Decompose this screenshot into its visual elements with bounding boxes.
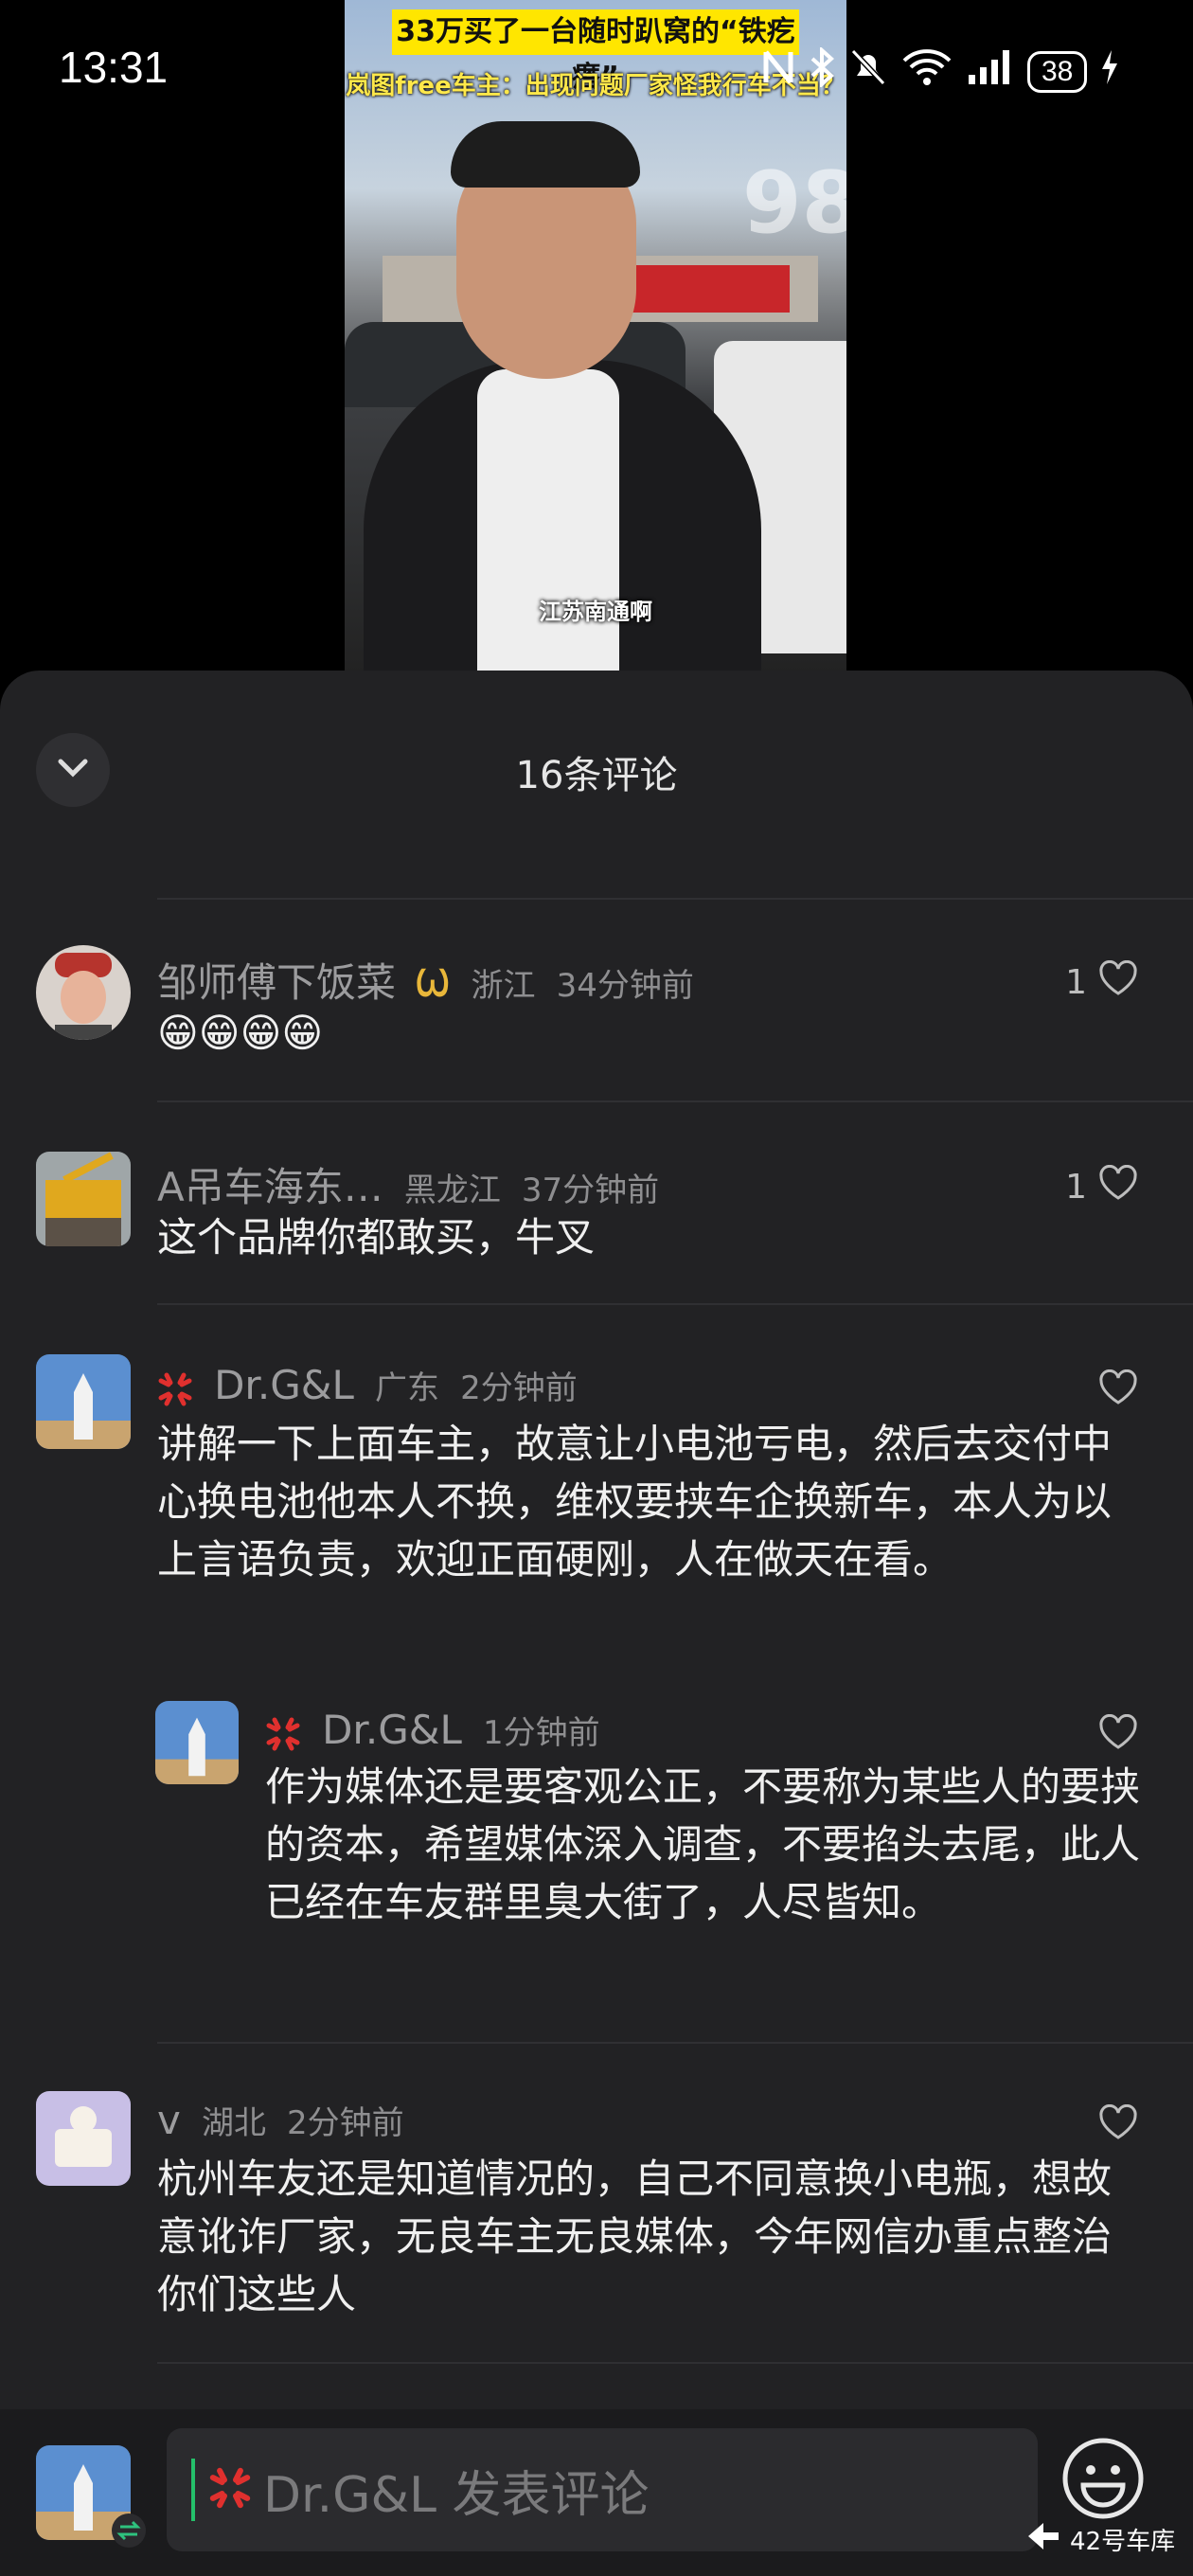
video-watermark: 98 [742, 153, 846, 253]
comment-region: 广东 [375, 1369, 439, 1407]
avatar[interactable] [36, 2091, 131, 2186]
nfc-icon [762, 48, 794, 95]
comment-count-title: 16条评论 [515, 754, 678, 797]
comment-text: 讲解一下上面车主，故意让小电池亏电，然后去交付中心换电池他本人不换，维权要挟车企… [157, 1421, 1113, 1583]
status-icons: 38 [762, 45, 1119, 96]
wifi-icon [900, 47, 953, 96]
divider [157, 2362, 1193, 2364]
comment-input-bar: Dr.G&L 发表评论 [0, 2409, 1193, 2576]
comment-username[interactable]: Dr.G&L [214, 1362, 354, 1408]
comment-time: 2分钟前 [460, 1369, 578, 1407]
brand-logo-icon [1024, 2519, 1062, 2560]
avatar[interactable] [36, 1152, 131, 1246]
comment-username[interactable]: A吊车海东… [157, 1164, 383, 1210]
avatar[interactable] [36, 1354, 131, 1449]
like-count: 1 [1065, 1168, 1087, 1207]
heart-icon [1098, 2103, 1138, 2149]
angry-badge-icon [265, 1716, 301, 1752]
comment-region: 湖北 [201, 2104, 266, 2142]
video-caption: 江苏南通啊 [539, 599, 652, 625]
brand-label: 42号车库 [1070, 2528, 1176, 2556]
avatar[interactable] [36, 945, 131, 1040]
like-button[interactable]: 1 [1065, 1164, 1138, 1209]
comment-input-placeholder: Dr.G&L 发表评论 [263, 2466, 650, 2524]
reply-username[interactable]: Dr.G&L [322, 1707, 462, 1753]
comment-sheet: 16条评论 邹师傅下饭菜 Ѡ 浙江 34分钟前 😁😁😁😁 1 A吊车海东… 黑龙… [0, 671, 1193, 2576]
angry-badge-icon [208, 2466, 252, 2513]
comment-text: 杭州车友还是知道情况的，自己不同意换小电瓶，想故意讹诈厂家，无良车主无良媒体，今… [157, 2156, 1113, 2317]
heart-icon [1098, 1164, 1138, 1209]
reply-time: 1分钟前 [483, 1714, 600, 1752]
like-button[interactable] [1087, 2103, 1138, 2149]
divider [157, 1100, 1193, 1102]
comment-username[interactable]: v [157, 2097, 181, 2143]
text-cursor [191, 2459, 195, 2521]
comment-region: 浙江 [471, 967, 536, 1005]
emoji-button[interactable] [1060, 2436, 1146, 2521]
status-bar: 13:31 38 [0, 0, 1193, 133]
signal-icon [967, 48, 1014, 95]
reply-meta: Dr.G&L 1分钟前 [265, 1707, 600, 1753]
heart-icon [1098, 959, 1138, 1005]
divider [157, 2042, 1193, 2044]
comment-input[interactable]: Dr.G&L 发表评论 [167, 2428, 1038, 2551]
comment-meta: Dr.G&L 广东 2分钟前 [157, 1362, 578, 1408]
like-button[interactable] [1087, 1713, 1138, 1759]
comment-meta: v 湖北 2分钟前 [157, 2097, 404, 2143]
comment-username[interactable]: 邹师傅下饭菜 [157, 959, 396, 1006]
comment-text: 这个品牌你都敢买，牛叉 [157, 1214, 596, 1261]
divider [157, 1303, 1193, 1305]
like-button[interactable] [1087, 1368, 1138, 1414]
like-count: 1 [1065, 963, 1087, 1002]
status-time: 13:31 [59, 43, 169, 92]
heart-icon [1098, 1713, 1138, 1759]
avatar[interactable] [155, 1701, 239, 1784]
comment-text: 😁😁😁😁 [157, 1010, 324, 1056]
comment-meta: A吊车海东… 黑龙江 37分钟前 [157, 1155, 659, 1213]
like-button[interactable]: 1 [1065, 959, 1138, 1005]
comment-time: 2分钟前 [287, 2104, 404, 2142]
charging-icon [1100, 48, 1119, 95]
reply-text: 作为媒体还是要客观公正，不要称为某些人的要挟的资本，希望媒体深入调查，不要掐头去… [265, 1763, 1141, 1925]
comment-region: 黑龙江 [403, 1172, 501, 1209]
battery-indicator: 38 [1027, 50, 1088, 93]
heart-icon [1098, 1368, 1138, 1414]
bluetooth-icon [808, 45, 836, 96]
video-person-sweater [477, 369, 619, 674]
switch-account-icon[interactable] [112, 2513, 146, 2551]
comment-time: 34分钟前 [556, 967, 694, 1005]
divider [157, 898, 1193, 900]
angry-badge-icon [157, 1371, 193, 1407]
comment-meta: 邹师傅下饭菜 Ѡ 浙江 34分钟前 [157, 951, 694, 1009]
mute-bell-icon [849, 47, 887, 96]
brand-watermark: 42号车库 [1024, 2519, 1175, 2560]
comment-time: 37分钟前 [521, 1172, 660, 1209]
crown-badge-icon: Ѡ [415, 962, 451, 1006]
